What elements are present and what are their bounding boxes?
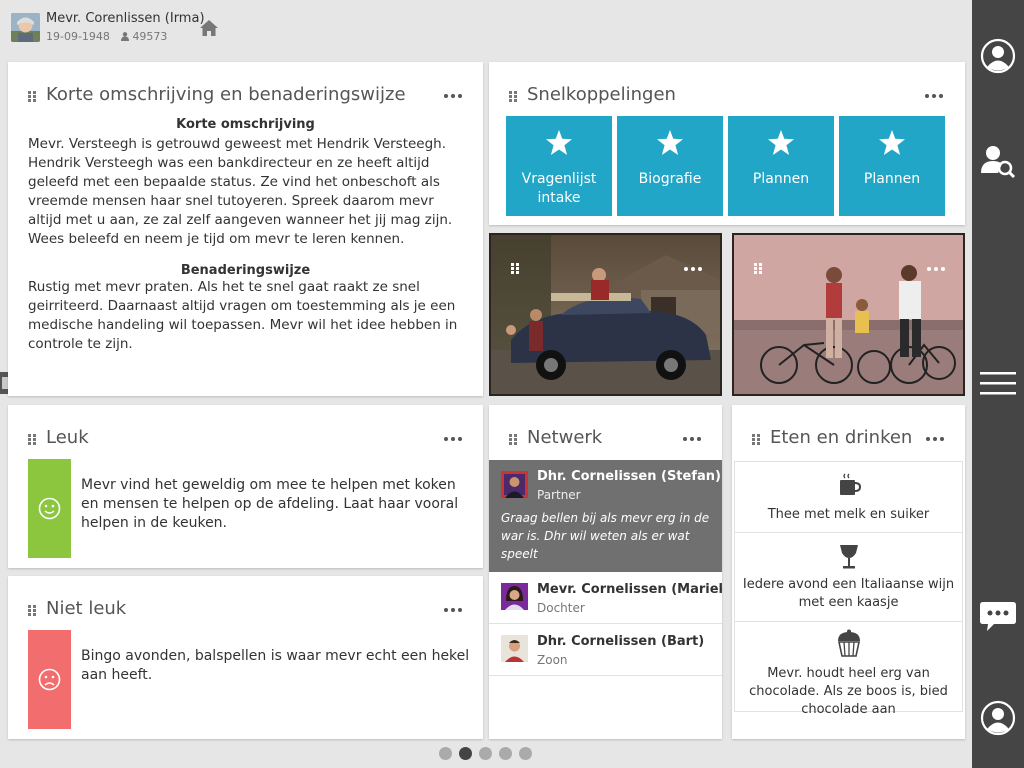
food-text: Thee met melk en suiker <box>767 507 930 522</box>
description-subtitle: Korte omschrijving <box>176 117 315 132</box>
food-card: Eten en drinken Thee met melk en suiker … <box>732 405 965 739</box>
food-item-tea: Thee met melk en suiker <box>734 461 963 533</box>
shortcut-label: Vragenlijst intake <box>521 171 597 206</box>
shortcut-label: Biografie <box>638 171 702 187</box>
food-text: Iedere avond een Italiaanse wijn met een… <box>742 577 955 610</box>
more-options-icon[interactable] <box>684 265 704 273</box>
birth-date: 19-09-1948 <box>46 30 110 43</box>
approach-subtitle: Benaderingswijze <box>180 263 311 278</box>
card-title: Leuk <box>46 427 89 448</box>
client-meta: 19-09-1948 49573 <box>46 30 167 43</box>
contact-role: Partner <box>537 488 581 502</box>
network-card: Netwerk Dhr. Cornelissen (Stefan) Partne… <box>489 405 722 739</box>
contact-name: Dhr. Cornelissen (Stefan) <box>537 469 721 484</box>
likes-text: Mevr vind het geweldig om mee te helpen … <box>81 477 459 531</box>
more-options-icon[interactable] <box>683 435 703 443</box>
approach-text: Rustig met mevr praten. Als het te snel … <box>28 279 458 352</box>
page-dot-5[interactable] <box>519 747 532 760</box>
card-title: Niet leuk <box>46 598 127 619</box>
shortcut-tile-vragenlijst[interactable]: Vragenlijst intake <box>506 116 612 216</box>
card-title: Eten en drinken <box>770 427 913 448</box>
page-dot-3[interactable] <box>479 747 492 760</box>
shortcut-label: Plannen <box>863 171 921 187</box>
contact-avatar <box>501 471 528 498</box>
account-icon[interactable] <box>980 700 1016 736</box>
right-sidebar <box>972 0 1024 768</box>
wine-glass-icon <box>840 545 858 569</box>
shortcut-tile-plannen-2[interactable]: Plannen <box>839 116 945 216</box>
menu-icon[interactable] <box>980 366 1016 402</box>
likes-color-bar <box>28 459 71 558</box>
contact-row-stefan[interactable]: Dhr. Cornelissen (Stefan) Partner Graag … <box>489 460 722 572</box>
page-dot-2[interactable] <box>459 747 472 760</box>
contact-name: Dhr. Cornelissen (Bart) <box>537 634 705 649</box>
shortcut-tile-biografie[interactable]: Biografie <box>617 116 723 216</box>
drag-handle-icon[interactable] <box>28 434 36 445</box>
dislikes-color-bar <box>28 630 71 729</box>
shortcuts-card: Snelkoppelingen Vragenlijst intake Biogr… <box>489 62 965 225</box>
photo-card-car[interactable] <box>489 233 722 396</box>
shortcut-tile-plannen[interactable]: Plannen <box>728 116 834 216</box>
frown-icon <box>38 668 61 691</box>
dislikes-text: Bingo avonden, balspellen is waar mevr e… <box>81 648 470 683</box>
drag-handle-icon[interactable] <box>754 263 762 274</box>
star-icon <box>879 130 905 155</box>
contact-role: Zoon <box>537 653 568 667</box>
client-header: Mevr. Corenlissen (Irma) 19-09-1948 4957… <box>0 0 972 56</box>
more-options-icon[interactable] <box>444 435 464 443</box>
contact-row-marieke[interactable]: Mevr. Cornelissen (Marieke) Dochter <box>489 572 722 624</box>
page-dot-4[interactable] <box>499 747 512 760</box>
client-name: Mevr. Corenlissen (Irma) <box>46 11 205 26</box>
drag-handle-icon[interactable] <box>509 91 517 102</box>
description-text: Mevr. Versteegh is getrouwd geweest met … <box>28 136 453 247</box>
contact-note: Graag bellen bij als mevr erg in de war … <box>501 511 710 561</box>
more-options-icon[interactable] <box>925 92 945 100</box>
more-options-icon[interactable] <box>444 606 464 614</box>
dislikes-card: Niet leuk Bingo avonden, balspellen is w… <box>8 576 483 739</box>
contact-avatar <box>501 635 528 662</box>
client-avatar <box>11 13 40 42</box>
star-icon <box>657 130 683 155</box>
card-title: Snelkoppelingen <box>527 84 676 105</box>
search-person-icon[interactable] <box>980 143 1016 179</box>
page-dot-1[interactable] <box>439 747 452 760</box>
client-number: 49573 <box>132 30 168 43</box>
car-photo <box>491 235 720 394</box>
profile-icon[interactable] <box>980 38 1016 74</box>
drag-handle-icon[interactable] <box>509 434 517 445</box>
drag-handle-icon[interactable] <box>752 434 760 445</box>
bikes-photo <box>734 235 963 394</box>
drag-handle-icon[interactable] <box>28 605 36 616</box>
smile-icon <box>38 497 61 520</box>
more-options-icon[interactable] <box>926 435 946 443</box>
contact-avatar <box>501 583 528 610</box>
photo-card-bikes[interactable] <box>732 233 965 396</box>
chat-icon[interactable] <box>980 598 1016 634</box>
likes-card: Leuk Mevr vind het geweldig om mee te he… <box>8 405 483 568</box>
card-title: Netwerk <box>527 427 603 448</box>
more-options-icon[interactable] <box>927 265 947 273</box>
star-icon <box>768 130 794 155</box>
more-options-icon[interactable] <box>444 92 464 100</box>
cupcake-icon <box>838 629 860 657</box>
person-icon <box>121 32 130 41</box>
contact-name: Mevr. Cornelissen (Marieke) <box>537 582 722 597</box>
coffee-cup-icon <box>840 473 861 495</box>
food-text: Mevr. houdt heel erg van chocolade. Als … <box>749 666 948 717</box>
drag-handle-icon[interactable] <box>28 91 36 102</box>
drag-handle-icon[interactable] <box>511 263 519 274</box>
home-icon[interactable] <box>199 19 219 37</box>
star-icon <box>546 130 572 155</box>
card-title: Korte omschrijving en benaderingswijze <box>46 84 406 105</box>
contact-row-bart[interactable]: Dhr. Cornelissen (Bart) Zoon <box>489 624 722 676</box>
description-card: Korte omschrijving en benaderingswijze K… <box>8 62 483 396</box>
contact-role: Dochter <box>537 601 585 615</box>
food-item-wine: Iedere avond een Italiaanse wijn met een… <box>734 533 963 622</box>
food-item-chocolate: Mevr. houdt heel erg van chocolade. Als … <box>734 622 963 717</box>
shortcut-label: Plannen <box>752 171 810 187</box>
